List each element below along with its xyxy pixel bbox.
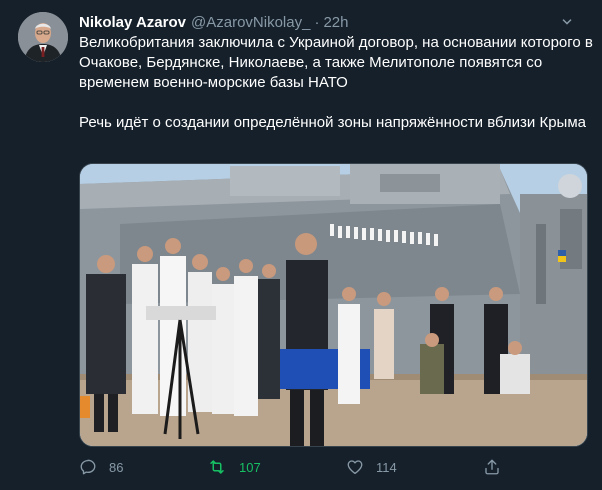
like-button[interactable]: 114 (346, 455, 397, 479)
tweet[interactable]: Nikolay Azarov @AzarovNikolay_ · 22h Вел… (0, 0, 602, 490)
retweet-button[interactable]: 107 (207, 455, 261, 479)
tweet-header: Nikolay Azarov @AzarovNikolay_ · 22h (79, 12, 582, 32)
share-button[interactable] (483, 455, 501, 479)
reply-button[interactable]: 86 (79, 455, 123, 479)
tweet-paragraph-1: Великобритания заключила с Украиной дого… (79, 34, 593, 91)
retweet-icon (210, 460, 224, 474)
tweet-actions: 86 107 114 (79, 455, 539, 479)
retweet-count: 107 (239, 459, 261, 475)
avatar[interactable] (18, 12, 68, 62)
share-icon (485, 459, 499, 475)
separator: · (314, 13, 320, 31)
tweet-photo[interactable] (79, 163, 588, 447)
author-name[interactable]: Nikolay Azarov (79, 14, 186, 31)
like-count: 114 (376, 459, 397, 475)
timestamp[interactable]: 22h (323, 14, 348, 31)
more-options-icon (562, 19, 572, 25)
tweet-text: Великобритания заключила с Украиной дого… (79, 33, 594, 133)
like-icon (347, 460, 363, 475)
author-handle[interactable]: @AzarovNikolay_ (191, 14, 310, 31)
reply-count: 86 (109, 459, 124, 475)
more-options-button[interactable] (556, 12, 578, 32)
tweet-paragraph-2: Речь идёт о создании определённой зоны н… (79, 114, 586, 131)
reply-icon (80, 459, 96, 475)
